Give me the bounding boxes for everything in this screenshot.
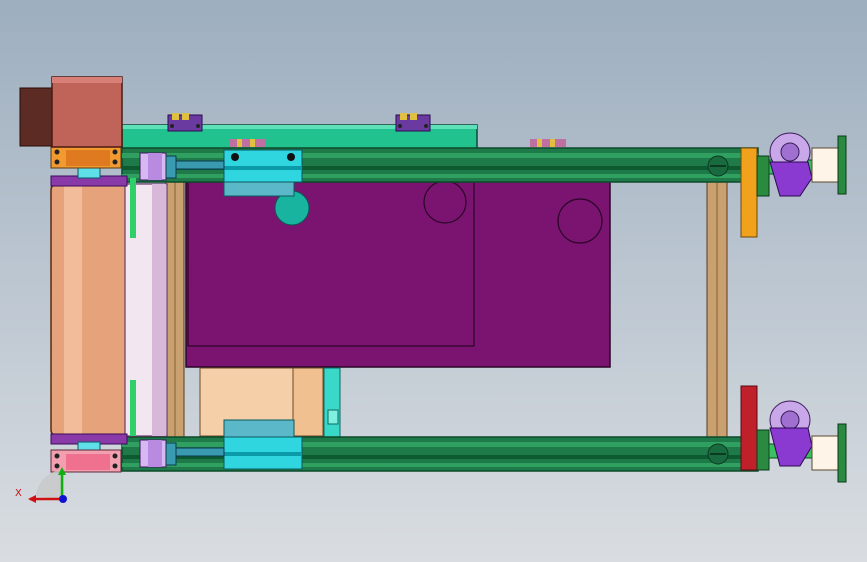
peach-block-divider <box>292 367 324 437</box>
triad-x-label: X <box>15 488 22 499</box>
vertical-cyan-shaft[interactable] <box>323 367 341 439</box>
top-left-coupling[interactable] <box>139 152 177 181</box>
small-clip-top-2 <box>530 139 566 147</box>
cad-model-drawing[interactable]: X <box>0 0 867 562</box>
small-clip-top-1 <box>230 139 266 147</box>
hinge-right[interactable] <box>395 113 431 132</box>
top-slider-block[interactable] <box>223 149 303 197</box>
left-green-bar-top <box>130 178 136 238</box>
bottom-right-caster[interactable] <box>756 400 847 483</box>
hinge-left[interactable] <box>167 113 203 132</box>
copper-roller[interactable] <box>50 183 128 437</box>
bottom-slider-block[interactable] <box>223 419 303 470</box>
white-roller-shade <box>152 184 166 436</box>
right-red-plate[interactable] <box>740 385 758 471</box>
bottom-rod <box>175 447 225 457</box>
bottom-left-coupling[interactable] <box>139 439 177 468</box>
drive-motor[interactable] <box>19 76 123 148</box>
orientation-triad[interactable]: X <box>15 467 67 503</box>
top-right-caster[interactable] <box>756 132 847 197</box>
top-left-bearing-block[interactable] <box>50 145 122 169</box>
copper-roller-highlight <box>64 184 82 436</box>
purple-plate-large[interactable] <box>185 179 611 368</box>
triad-z-axis <box>59 495 67 503</box>
left-green-bar-bottom <box>130 380 136 436</box>
triad-x-arrow <box>28 495 36 503</box>
shaft-window <box>327 409 339 425</box>
cad-viewport[interactable]: X <box>0 0 867 562</box>
right-orange-plate[interactable] <box>740 147 758 238</box>
top-rod <box>175 160 225 170</box>
